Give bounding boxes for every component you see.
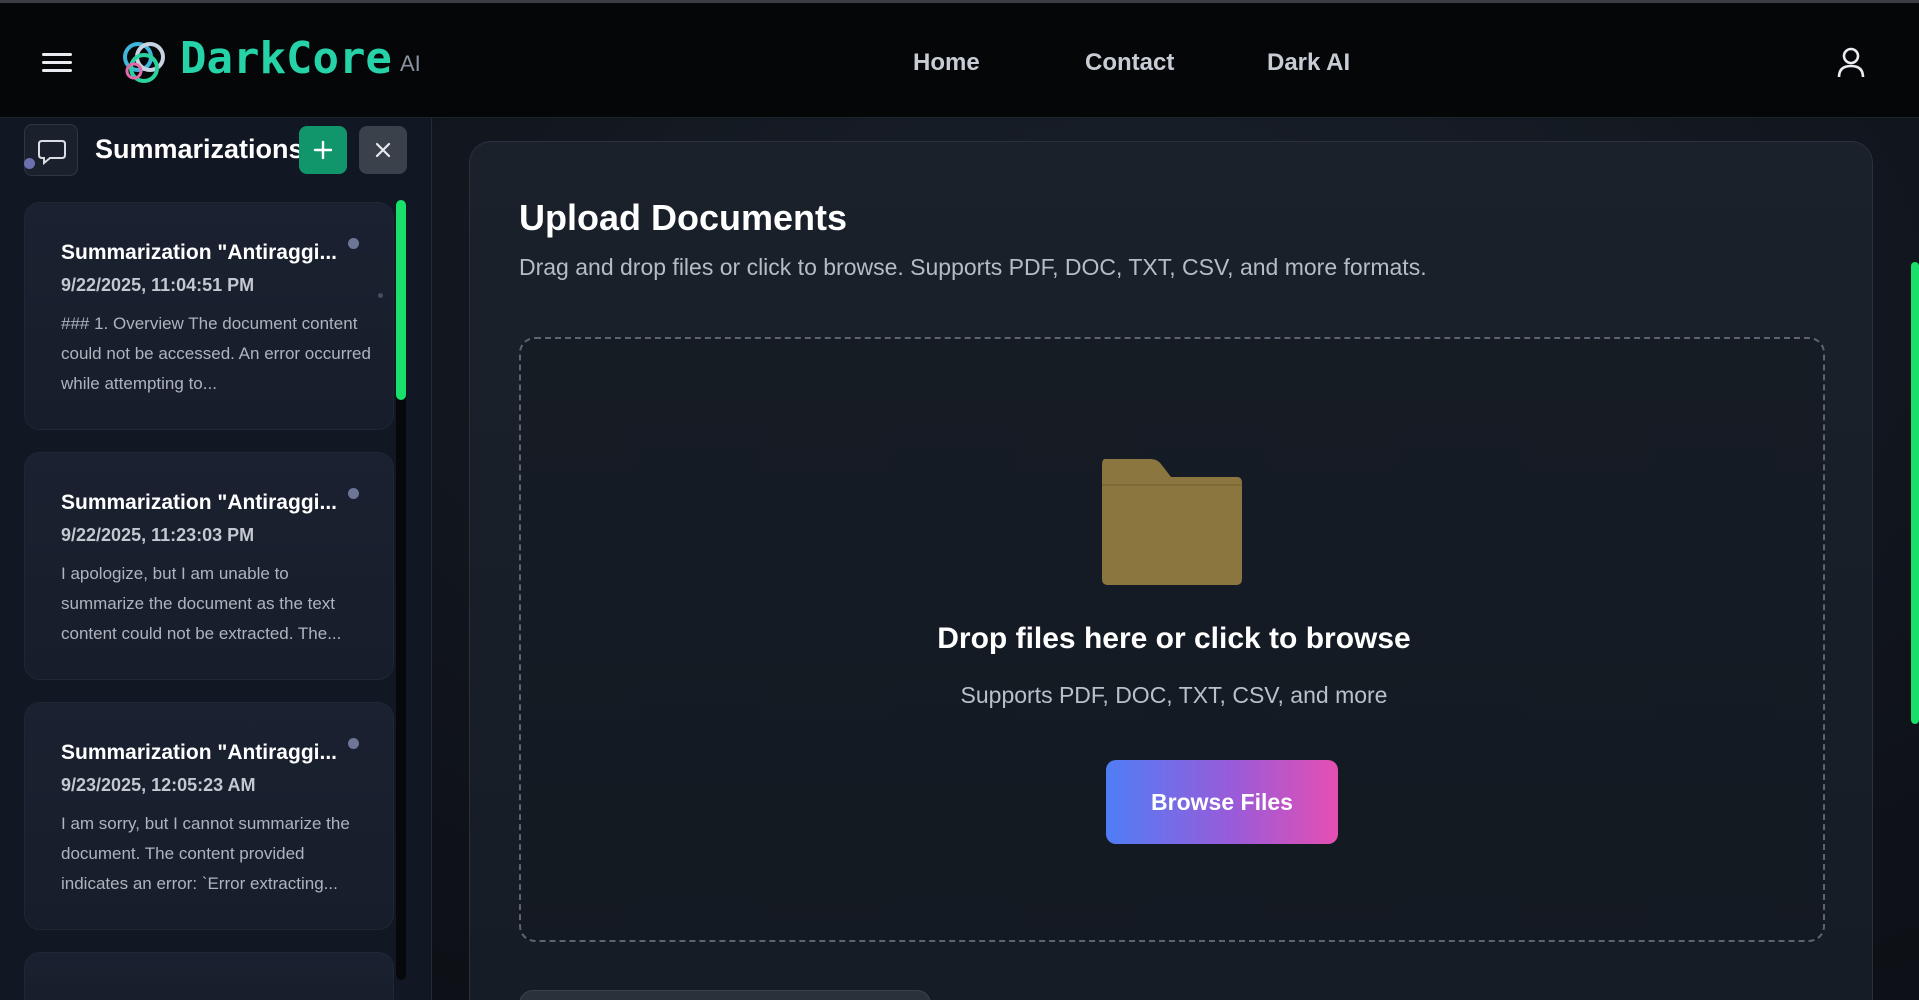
folder-icon bbox=[1102, 459, 1242, 585]
summarization-card[interactable]: Summarization "Antiraggi... 9/23/2025, 1… bbox=[24, 702, 394, 930]
status-dot bbox=[24, 158, 35, 169]
bottom-tab[interactable] bbox=[519, 990, 931, 1000]
plus-icon bbox=[313, 140, 333, 160]
page-subtitle: Drag and drop files or click to browse. … bbox=[519, 254, 1427, 280]
upload-panel: Upload Documents Drag and drop files or … bbox=[469, 141, 1873, 1000]
card-date: 9/23/2025, 12:05:23 AM bbox=[61, 775, 256, 795]
dropzone-subtitle: Supports PDF, DOC, TXT, CSV, and more bbox=[960, 682, 1388, 708]
card-preview: ### 1. Overview The document content cou… bbox=[61, 314, 371, 393]
top-bar: DarkCore AI Home Contact Dark AI bbox=[0, 0, 1919, 118]
nav-dark-ai[interactable]: Dark AI bbox=[1267, 49, 1350, 77]
hamburger-icon[interactable] bbox=[42, 53, 74, 72]
nav-contact[interactable]: Contact bbox=[1085, 49, 1174, 77]
add-summarization-button[interactable] bbox=[299, 126, 347, 174]
sidebar-scrollbar-thumb[interactable] bbox=[396, 200, 406, 400]
close-sidebar-button[interactable] bbox=[359, 126, 407, 174]
summarization-card[interactable]: Summarization "Antiraggi... 9/22/2025, 1… bbox=[24, 452, 394, 680]
page-title: Upload Documents bbox=[519, 197, 848, 238]
card-status-dot bbox=[348, 488, 359, 499]
card-preview: I apologize, but I am unable to summariz… bbox=[61, 564, 342, 643]
user-icon[interactable] bbox=[1836, 47, 1866, 79]
card-date: 9/22/2025, 11:23:03 PM bbox=[61, 525, 255, 545]
sidebar-title: Summarizations bbox=[95, 134, 304, 164]
card-date: 9/22/2025, 11:04:51 PM bbox=[61, 275, 255, 295]
close-icon bbox=[375, 142, 391, 158]
card-title: Summarization "Antiraggi... bbox=[61, 491, 337, 514]
card-indicator-dot bbox=[378, 293, 383, 298]
summarization-card[interactable] bbox=[24, 952, 394, 1000]
chat-icon bbox=[38, 140, 66, 166]
dropzone-title: Drop files here or click to browse bbox=[937, 622, 1411, 655]
nav-home[interactable]: Home bbox=[913, 49, 980, 77]
brand-name[interactable]: DarkCore bbox=[180, 33, 392, 84]
file-dropzone[interactable]: Drop files here or click to browse Suppo… bbox=[519, 337, 1825, 942]
card-status-dot bbox=[348, 238, 359, 249]
card-title: Summarization "Antiraggi... bbox=[61, 241, 337, 264]
card-status-dot bbox=[348, 738, 359, 749]
card-preview: I am sorry, but I cannot summarize the d… bbox=[61, 814, 350, 893]
app-root: DarkCore AI Home Contact Dark AI Summari… bbox=[0, 0, 1919, 1000]
summarization-card[interactable]: Summarization "Antiraggi... 9/22/2025, 1… bbox=[24, 202, 394, 430]
page-scrollbar-thumb[interactable] bbox=[1911, 262, 1919, 724]
logo-icon[interactable] bbox=[118, 37, 170, 89]
browse-files-button[interactable]: Browse Files bbox=[1106, 760, 1338, 844]
card-title: Summarization "Antiraggi... bbox=[61, 741, 337, 764]
brand-subtitle: AI bbox=[400, 51, 421, 76]
sidebar: Summarizations Summarization "Antiraggi.… bbox=[0, 118, 432, 1000]
